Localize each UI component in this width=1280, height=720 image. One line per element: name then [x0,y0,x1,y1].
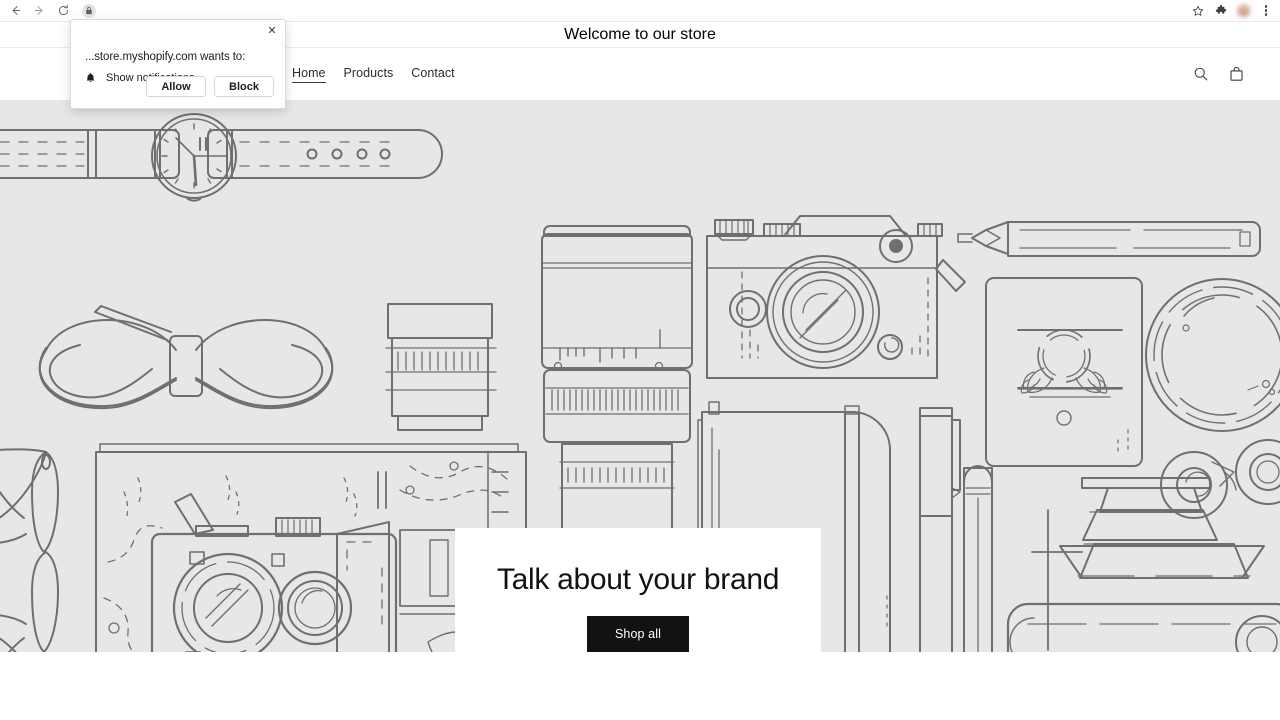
three-dot-menu-icon[interactable] [1259,4,1273,18]
browser-toolbar-actions [1191,4,1280,18]
twin-lens-camera-illustration [150,493,398,652]
shopping-bag-icon[interactable] [1226,64,1246,84]
nav-link-products[interactable]: Products [344,66,394,82]
bell-icon [85,72,96,84]
puzzle-piece-icon[interactable] [1214,4,1228,18]
address-bar[interactable] [78,2,1185,19]
shop-all-button[interactable]: Shop all [587,616,689,652]
wide-lens-illustration [385,303,497,431]
lock-icon[interactable] [82,3,96,18]
page-bottom-space [0,652,1280,720]
header-actions [1191,64,1246,84]
close-icon[interactable]: ✕ [265,24,279,38]
star-icon[interactable] [1191,4,1205,18]
browser-nav-buttons [0,1,74,21]
pencil-vertical-illustration [963,465,993,652]
ribbon-illustration [38,305,334,410]
coffee-cup-illustration [1145,278,1280,432]
lens-cap-illustration [1235,439,1280,505]
notification-permission-popup: ✕ ...store.myshopify.com wants to: Show … [70,19,286,109]
announcement-text: Welcome to our store [564,25,716,43]
camera-lens-illustration [541,225,693,553]
watch-illustration [0,113,443,202]
nav-link-contact[interactable]: Contact [411,66,454,82]
pen-illustration [919,407,961,652]
hero-banner: Talk about your brand Shop all [0,100,1280,652]
hero-content-card: Talk about your brand Shop all [455,528,821,652]
sunglasses-illustration [0,448,59,652]
forward-arrow-icon[interactable] [28,1,50,21]
reload-icon[interactable] [52,1,74,21]
main-navigation: Home Products Contact [292,66,455,83]
permission-popup-actions: Allow Block [146,76,274,97]
allow-button[interactable]: Allow [146,76,206,97]
block-button[interactable]: Block [214,76,274,97]
profile-avatar-icon[interactable] [1237,4,1250,17]
dslr-camera-illustration [1006,477,1280,652]
tape-roll-illustration [1160,451,1237,519]
back-arrow-icon[interactable] [4,1,26,21]
address-bar-url [102,5,1181,16]
search-icon[interactable] [1191,64,1211,84]
certificate-card-illustration [985,277,1143,467]
vintage-camera-illustration [706,215,966,379]
store-page: Welcome to our store Home Products Conta… [0,22,1280,720]
hero-heading: Talk about your brand [496,563,780,596]
nav-link-home[interactable]: Home [292,66,326,83]
permission-popup-title: ...store.myshopify.com wants to: [85,51,246,63]
pencil-long-illustration [957,221,1261,257]
